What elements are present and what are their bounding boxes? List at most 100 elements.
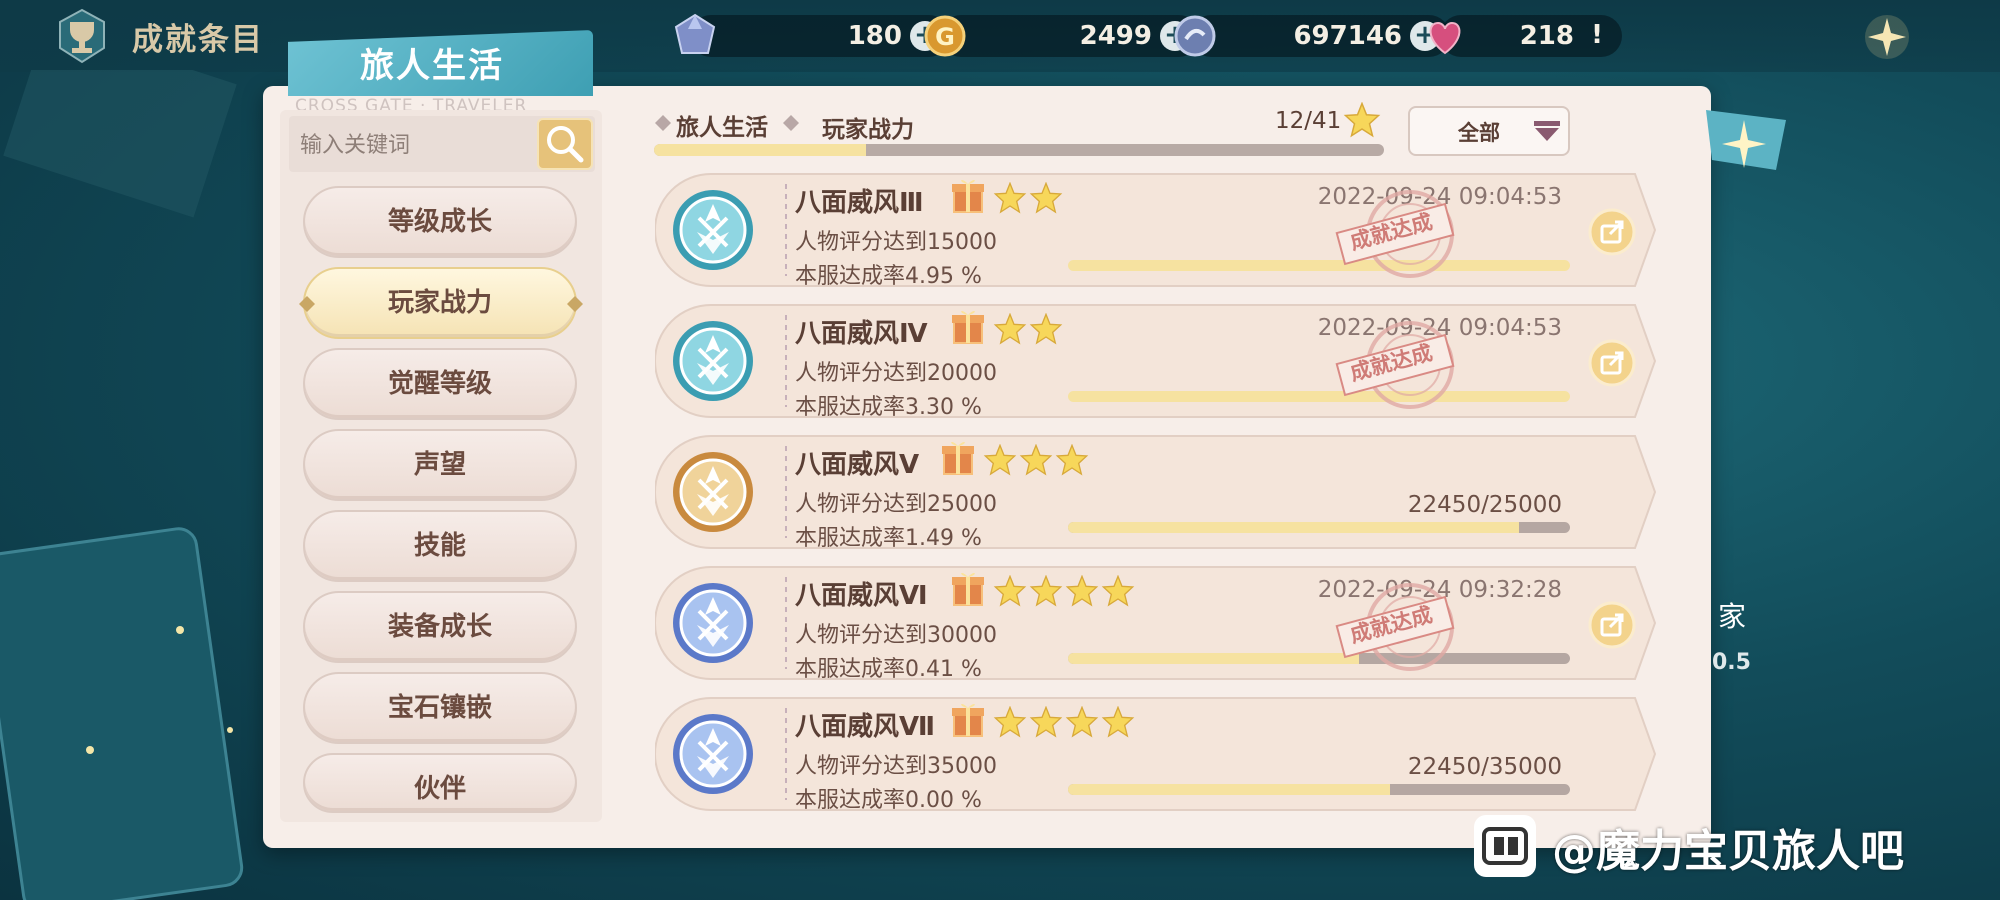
side-value: 0.5: [1712, 650, 1751, 675]
resource-heart: 218 !: [1429, 15, 1622, 57]
star-icon: [1019, 444, 1053, 476]
close-icon[interactable]: [1862, 12, 1912, 62]
achievement-progress-count: 22450/35000: [1407, 754, 1562, 780]
silver-coin-icon: [1174, 15, 1216, 57]
star-icon: [1029, 182, 1063, 214]
svg-text:G: G: [935, 23, 955, 51]
gift-icon[interactable]: [951, 307, 985, 345]
sidebar-item-skills[interactable]: 技能: [303, 510, 577, 582]
heart-icon: [1429, 21, 1461, 55]
side-label: 家: [1718, 600, 1747, 633]
crumb-diamond-icon: [783, 115, 799, 131]
achievement-medal-icon: [673, 190, 753, 270]
crystal-amount: 180: [847, 21, 902, 51]
achievement-requirement: 人物评分达到30000: [795, 623, 997, 648]
achievement-progress-fill: [1068, 784, 1390, 795]
achievement-progress-bar: [1068, 522, 1570, 533]
sidebar-item-awakening-level[interactable]: 觉醒等级: [303, 348, 577, 420]
dropdown-arrow-icon: [1534, 121, 1560, 141]
resource-gold: G 2499 +: [924, 15, 1200, 57]
resource-crystal: 180 +: [674, 13, 950, 57]
achievement-progress-fill: [1068, 260, 1570, 271]
achievement-progress-bar: [1068, 784, 1570, 795]
sidebar-item-gem-inlay[interactable]: 宝石镶嵌: [303, 672, 577, 744]
star-icon: [993, 575, 1027, 607]
card-divider: [785, 446, 787, 538]
achievement-server-rate: 本服达成率1.49 %: [795, 526, 982, 551]
achievement-progress-fill: [1068, 653, 1360, 664]
category-tab-title: 旅人生活: [360, 46, 504, 86]
page-title: 成就条目: [132, 22, 264, 58]
heart-info-button[interactable]: !: [1582, 21, 1612, 51]
achievement-card: 八面威风Ⅲ 人物评分达到15000 本服达成率4.95 % 2022-09-24…: [655, 172, 1670, 289]
search-icon: [547, 126, 584, 163]
share-button[interactable]: [1588, 208, 1636, 256]
star-icon: [993, 706, 1027, 738]
star-icon: [1029, 706, 1063, 738]
star-icon: [1055, 444, 1089, 476]
gift-icon[interactable]: [951, 569, 985, 607]
overall-progress-fill: [654, 144, 866, 156]
breadcrumb: 旅人生活: [676, 115, 768, 141]
achievement-server-rate: 本服达成率0.41 %: [795, 657, 982, 682]
achievement-server-rate: 本服达成率4.95 %: [795, 264, 982, 289]
card-divider: [785, 708, 787, 800]
achievement-progress-count: 22450/25000: [1407, 492, 1562, 518]
achievement-medal-icon: [673, 714, 753, 794]
achievement-name: 八面威风Ⅲ: [795, 188, 924, 218]
gift-icon[interactable]: [941, 438, 975, 476]
progress-count: 12/41: [1275, 108, 1342, 134]
search-input[interactable]: [300, 130, 530, 160]
resource-silver: 697146 +: [1174, 15, 1450, 57]
achievement-progress-fill: [1068, 391, 1570, 402]
crystal-icon: [674, 13, 716, 54]
star-icon: [1065, 706, 1099, 738]
star-icon: [1101, 706, 1135, 738]
achievement-progress-fill: [1068, 522, 1519, 533]
trophy-icon: [59, 8, 105, 64]
achievement-medal-icon: [673, 452, 753, 532]
sidebar-item-partners[interactable]: 伙伴: [303, 753, 577, 813]
sidebar-item-level-growth[interactable]: 等级成长: [303, 186, 577, 258]
achievement-requirement: 人物评分达到20000: [795, 361, 997, 386]
star-icon: [993, 182, 1027, 214]
star-icon: [1065, 575, 1099, 607]
achievement-medal-icon: [673, 321, 753, 401]
gold-coin-icon: G: [924, 15, 966, 57]
card-divider: [785, 315, 787, 407]
heart-amount: 218: [1519, 21, 1574, 51]
achievement-card: 八面威风Ⅵ 人物评分达到30000 本服达成率0.41 % 2022-09-24…: [655, 565, 1670, 682]
star-icon: [1029, 313, 1063, 345]
gift-icon[interactable]: [951, 176, 985, 214]
achievement-progress-bar: [1068, 391, 1570, 402]
achievement-card: 八面威风Ⅴ 人物评分达到25000 本服达成率1.49 % 22450/2500…: [655, 434, 1670, 551]
star-icon: [1343, 102, 1381, 138]
achievement-name: 八面威风Ⅵ: [795, 581, 928, 611]
star-icon: [983, 444, 1017, 476]
completed-stamp: 成就达成: [1335, 182, 1465, 282]
gift-icon[interactable]: [951, 700, 985, 738]
sidebar-item-reputation[interactable]: 声望: [303, 429, 577, 501]
achievement-medal-icon: [673, 583, 753, 663]
achievement-requirement: 人物评分达到35000: [795, 754, 997, 779]
sidebar-item-equipment-growth[interactable]: 装备成长: [303, 591, 577, 663]
achievement-card: 八面威风Ⅶ 人物评分达到35000 本服达成率0.00 % 22450/3500…: [655, 696, 1670, 813]
card-divider: [785, 577, 787, 669]
achievement-progress-bar: [1068, 260, 1570, 271]
overall-progress-bar: [654, 144, 1384, 156]
close-icon[interactable]: [1706, 110, 1786, 180]
silver-amount: 697146: [1293, 21, 1402, 51]
achievement-card: 八面威风Ⅳ 人物评分达到20000 本服达成率3.30 % 2022-09-24…: [655, 303, 1670, 420]
active-item-diamond-icon: [299, 296, 583, 312]
search-button[interactable]: [537, 118, 593, 170]
share-icon: [1588, 208, 1636, 256]
share-button[interactable]: [1588, 339, 1636, 387]
gold-amount: 2499: [1079, 21, 1152, 51]
weibo-logo-icon: [1474, 815, 1536, 877]
star-icon: [1029, 575, 1063, 607]
completed-stamp: 成就达成: [1335, 575, 1465, 675]
watermark-text: @魔力宝贝旅人吧: [1552, 826, 1904, 877]
achievement-name: 八面威风Ⅳ: [795, 319, 928, 349]
share-button[interactable]: [1588, 601, 1636, 649]
achievement-requirement: 人物评分达到25000: [795, 492, 997, 517]
